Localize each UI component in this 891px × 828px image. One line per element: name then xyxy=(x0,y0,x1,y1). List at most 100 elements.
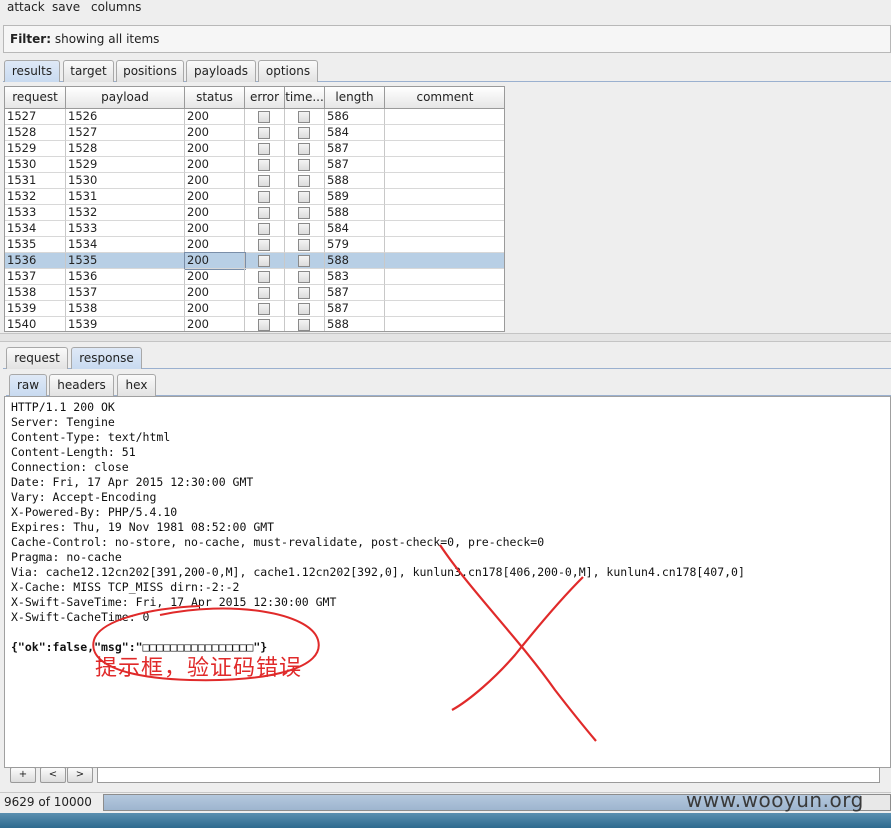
tab-hex[interactable]: hex xyxy=(117,374,156,396)
col-time-header[interactable]: time... xyxy=(285,87,325,109)
response-line: Content-Length: 51 xyxy=(11,445,136,459)
checkbox-error[interactable] xyxy=(258,255,270,267)
tab-payloads[interactable]: payloads xyxy=(186,60,256,82)
menu-save[interactable]: save xyxy=(52,0,80,14)
cell-payload: 1527 xyxy=(66,125,185,141)
cell-length: 588 xyxy=(325,173,385,189)
cell-request: 1540 xyxy=(5,317,66,331)
checkbox-time[interactable] xyxy=(298,159,310,171)
checkbox-error[interactable] xyxy=(258,287,270,299)
cell-comment xyxy=(385,141,504,157)
tab-target[interactable]: target xyxy=(63,60,114,82)
col-payload-header[interactable]: payload xyxy=(66,87,185,109)
checkbox-time[interactable] xyxy=(298,223,310,235)
checkbox-error[interactable] xyxy=(258,143,270,155)
cell-comment xyxy=(385,285,504,301)
cell-payload: 1526 xyxy=(66,109,185,125)
response-line: HTTP/1.1 200 OK xyxy=(11,400,115,414)
next-button[interactable]: > xyxy=(67,767,93,783)
cell-payload: 1532 xyxy=(66,205,185,221)
checkbox-time[interactable] xyxy=(298,127,310,139)
cell-request: 1528 xyxy=(5,125,66,141)
menu-attack[interactable]: attack xyxy=(7,0,45,14)
checkbox-time[interactable] xyxy=(298,239,310,251)
cell-time xyxy=(285,173,325,189)
checkbox-time[interactable] xyxy=(298,303,310,315)
checkbox-error[interactable] xyxy=(258,191,270,203)
col-request-header[interactable]: request xyxy=(5,87,66,109)
checkbox-error[interactable] xyxy=(258,175,270,187)
cell-length: 583 xyxy=(325,269,385,285)
search-input[interactable] xyxy=(97,767,880,783)
cell-time xyxy=(285,205,325,221)
checkbox-error[interactable] xyxy=(258,303,270,315)
tab-response[interactable]: response xyxy=(71,347,142,369)
checkbox-time[interactable] xyxy=(298,319,310,331)
checkbox-error[interactable] xyxy=(258,159,270,171)
add-button[interactable]: + xyxy=(10,767,36,783)
pane-splitter[interactable] xyxy=(0,333,891,342)
checkbox-time[interactable] xyxy=(298,207,310,219)
table-row[interactable]: 1531 1530 200 588 xyxy=(5,173,504,189)
checkbox-error[interactable] xyxy=(258,207,270,219)
cell-time xyxy=(285,253,325,269)
checkbox-error[interactable] xyxy=(258,223,270,235)
checkbox-time[interactable] xyxy=(298,287,310,299)
taskbar-strip xyxy=(0,813,891,828)
checkbox-time[interactable] xyxy=(298,143,310,155)
cell-status: 200 xyxy=(185,173,245,189)
cell-comment xyxy=(385,253,504,269)
checkbox-time[interactable] xyxy=(298,255,310,267)
tab-raw[interactable]: raw xyxy=(9,374,47,396)
cell-error xyxy=(245,317,285,331)
table-row[interactable]: 1530 1529 200 587 xyxy=(5,157,504,173)
cell-error xyxy=(245,173,285,189)
checkbox-error[interactable] xyxy=(258,127,270,139)
checkbox-time[interactable] xyxy=(298,271,310,283)
menu-columns[interactable]: columns xyxy=(91,0,141,14)
tab-request[interactable]: request xyxy=(6,347,68,369)
cell-time xyxy=(285,157,325,173)
cell-payload: 1539 xyxy=(66,317,185,331)
status-text: 9629 of 10000 xyxy=(4,795,92,809)
table-row[interactable]: 1529 1528 200 587 xyxy=(5,141,504,157)
table-row[interactable]: 1538 1537 200 587 xyxy=(5,285,504,301)
table-row[interactable]: 1527 1526 200 586 xyxy=(5,109,504,125)
table-row[interactable]: 1535 1534 200 579 xyxy=(5,237,504,253)
checkbox-error[interactable] xyxy=(258,239,270,251)
checkbox-time[interactable] xyxy=(298,111,310,123)
col-status-header[interactable]: status xyxy=(185,87,245,109)
table-row[interactable]: 1536 1535 200 588 xyxy=(5,252,504,270)
tab-positions[interactable]: positions xyxy=(116,60,184,82)
table-row[interactable]: 1528 1527 200 584 xyxy=(5,125,504,141)
table-row[interactable]: 1534 1533 200 584 xyxy=(5,221,504,237)
checkbox-time[interactable] xyxy=(298,191,310,203)
cell-time xyxy=(285,221,325,237)
checkbox-error[interactable] xyxy=(258,271,270,283)
col-length-header[interactable]: length xyxy=(325,87,385,109)
table-row[interactable]: 1532 1531 200 589 xyxy=(5,189,504,205)
cell-length: 589 xyxy=(325,189,385,205)
col-comment-header[interactable]: comment xyxy=(385,87,504,109)
checkbox-error[interactable] xyxy=(258,111,270,123)
cell-payload: 1537 xyxy=(66,285,185,301)
tab-options[interactable]: options xyxy=(258,60,318,82)
table-row[interactable]: 1540 1539 200 588 xyxy=(5,317,504,331)
tab-results[interactable]: results xyxy=(4,60,60,82)
checkbox-error[interactable] xyxy=(258,319,270,331)
cell-length: 588 xyxy=(325,253,385,269)
filter-bar[interactable]: Filter: showing all items xyxy=(3,25,891,53)
tab-headers[interactable]: headers xyxy=(49,374,114,396)
table-row[interactable]: 1533 1532 200 588 xyxy=(5,205,504,221)
cell-request: 1536 xyxy=(5,253,66,269)
checkbox-time[interactable] xyxy=(298,175,310,187)
table-row[interactable]: 1539 1538 200 587 xyxy=(5,301,504,317)
raw-response-panel[interactable]: HTTP/1.1 200 OK Server: Tengine Content-Ty… xyxy=(4,396,891,768)
cell-comment xyxy=(385,205,504,221)
prev-button[interactable]: < xyxy=(40,767,66,783)
cell-time xyxy=(285,285,325,301)
results-table: request payload status error time... len… xyxy=(4,86,505,332)
table-row[interactable]: 1537 1536 200 583 xyxy=(5,269,504,285)
cell-request: 1527 xyxy=(5,109,66,125)
col-error-header[interactable]: error xyxy=(245,87,285,109)
